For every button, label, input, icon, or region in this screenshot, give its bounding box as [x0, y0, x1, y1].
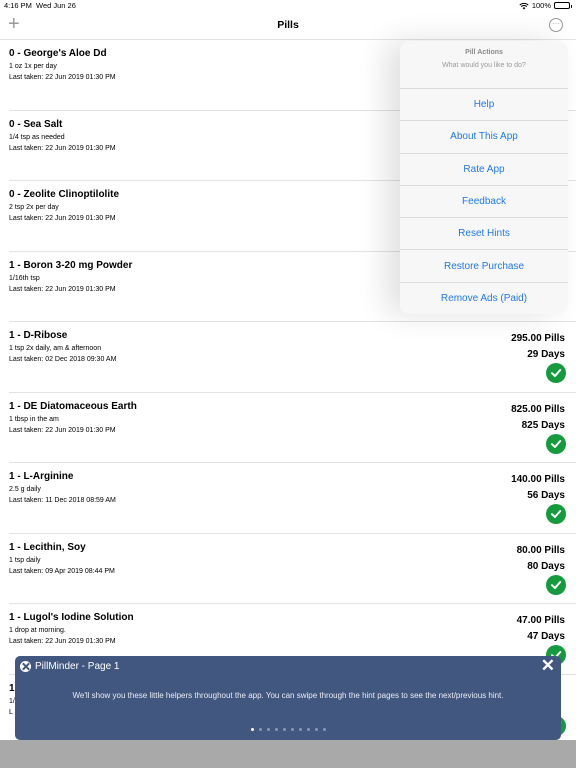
- popover-header: Pill Actions What would you like to do?: [400, 41, 568, 89]
- hint-page-dot[interactable]: [274, 728, 278, 731]
- action-feedback[interactable]: Feedback: [400, 186, 568, 219]
- taken-check-icon[interactable]: [546, 504, 566, 524]
- taken-check-icon[interactable]: [546, 574, 566, 595]
- hint-title: PillMinder - Page 1: [35, 661, 120, 672]
- pill-row[interactable]: 1 - DE Diatomaceous Earth 1 tbsp in the a…: [9, 393, 576, 463]
- pill-name: 1 - DE Diatomaceous Earth: [9, 400, 137, 412]
- hint-page-dot[interactable]: [322, 728, 326, 731]
- status-time: 4:16 PM: [4, 1, 32, 10]
- pill-name: 0 - Zeolite Clinoptilolite: [9, 189, 119, 200]
- pill-last-taken: Last taken: 09 Apr 2019 08:44 PM: [9, 567, 115, 575]
- pill-last-taken: Last taken: 11 Dec 2018 08:59 AM: [9, 497, 116, 504]
- pill-last-taken: Last taken: 22 Jun 2019 01:30 PM: [9, 144, 116, 152]
- pill-dose: 1/: [9, 697, 15, 705]
- action-about-this-app[interactable]: About This App: [400, 121, 568, 154]
- pill-count: 47.00 Pills: [516, 615, 565, 626]
- pill-actions-popover: Pill Actions What would you like to do? …: [400, 41, 568, 314]
- popover-actions: Help About This App Rate App Feedback Reset …: [400, 89, 568, 314]
- hint-page-dot[interactable]: [314, 728, 318, 731]
- pill-dose: 1 tsp daily: [9, 556, 41, 564]
- pill-dose: 1 oz 1x per day: [9, 63, 57, 70]
- action-restore-purchase[interactable]: Restore Purchase: [400, 250, 568, 283]
- pill-days: 29 Days: [527, 349, 565, 360]
- pill-last-taken: Last taken: 22 Jun 2019 01:30 PM: [9, 285, 116, 293]
- pill-name: 1 - D-Ribose: [9, 330, 68, 341]
- pill-name: 0 - George's Aloe Dd: [9, 48, 107, 59]
- status-date: Wed Jun 26: [36, 1, 76, 10]
- hint-page-dot[interactable]: [282, 728, 286, 731]
- pill-days: 47 Days: [527, 631, 565, 642]
- pill-dose: 2 tsp 2x per day: [9, 204, 59, 211]
- pill-dose: 1 tsp 2x daily, am & afternoon: [9, 345, 102, 352]
- pill-name: 1 - Lugol's Iodine Solution: [9, 612, 134, 623]
- wifi-icon: [519, 2, 529, 9]
- pill-days: 825 Days: [521, 419, 565, 431]
- pill-dose: 1 tbsp in the am: [9, 415, 59, 423]
- pill-count: 825.00 Pills: [511, 403, 565, 415]
- pill-dose: 1/16th tsp: [9, 274, 40, 282]
- hint-page-dot[interactable]: [306, 728, 310, 731]
- hint-page-dot[interactable]: [258, 728, 262, 731]
- pill-days: 56 Days: [527, 490, 565, 501]
- battery-icon: [554, 2, 572, 9]
- popover-subtitle: What would you like to do?: [442, 62, 526, 69]
- hint-page-dot[interactable]: [250, 728, 254, 731]
- pill-count: 80.00 Pills: [516, 544, 565, 556]
- pill-last-taken: Last taken: 22 Jun 2019 01:30 PM: [9, 74, 116, 81]
- pill-last-taken: Last taken: 02 Dec 2018 09:30 AM: [9, 356, 117, 363]
- pill-days: 80 Days: [527, 560, 565, 572]
- battery-percent: 100%: [531, 1, 551, 10]
- action-help[interactable]: Help: [400, 89, 568, 122]
- hint-close-button[interactable]: ✕: [541, 657, 555, 675]
- pill-dose: 1 drop at morning.: [9, 627, 66, 634]
- hint-close-circle-icon[interactable]: [20, 661, 31, 672]
- status-bar: 4:16 PM Wed Jun 26 100%: [0, 0, 576, 12]
- pill-row[interactable]: 1 - Lecithin, Soy 1 tsp daily Last taken: …: [9, 534, 576, 604]
- pill-row[interactable]: 1 - D-Ribose 1 tsp 2x daily, am & afterno…: [9, 322, 576, 393]
- bottom-bar: [0, 740, 576, 768]
- pill-dose: 1/4 tsp as needed: [9, 133, 65, 141]
- pill-last-taken: Last taken: 22 Jun 2019 01:30 PM: [9, 426, 116, 434]
- status-right: 100%: [519, 1, 572, 10]
- pill-last-taken: Last taken: 22 Jun 2019 01:30 PM: [9, 638, 116, 645]
- pill-last-taken: Last taken: 22 Jun 2019 01:30 PM: [9, 215, 116, 222]
- page-title: Pills: [277, 19, 299, 31]
- popover-title: Pill Actions: [465, 49, 503, 56]
- pill-last-taken: L: [9, 708, 13, 716]
- taken-check-icon[interactable]: [546, 363, 566, 383]
- pill-dose: 2.5 g daily: [9, 486, 41, 493]
- more-options-icon[interactable]: ···: [549, 18, 563, 32]
- nav-bar: + Pills ···: [0, 12, 576, 40]
- pill-name: 1 - Boron 3-20 mg Powder: [9, 259, 133, 271]
- hint-page-dot[interactable]: [266, 728, 270, 731]
- pill-name: 1 - L-Arginine: [9, 471, 74, 482]
- taken-check-icon[interactable]: [546, 433, 566, 454]
- pill-count: 140.00 Pills: [511, 474, 565, 485]
- pill-count: 295.00 Pills: [511, 333, 565, 344]
- pill-row[interactable]: 1 - L-Arginine 2.5 g daily Last taken: 11 …: [9, 463, 576, 534]
- pill-name: 1: [9, 682, 15, 694]
- hint-body: We'll show you these little helpers thro…: [72, 691, 504, 700]
- hint-page-indicator[interactable]: [15, 728, 561, 731]
- action-reset-hints[interactable]: Reset Hints: [400, 218, 568, 251]
- hint-page-dot[interactable]: [290, 728, 294, 731]
- hint-banner: PillMinder - Page 1 ✕ We'll show you the…: [15, 656, 561, 740]
- pill-name: 0 - Sea Salt: [9, 118, 63, 130]
- action-rate-app[interactable]: Rate App: [400, 154, 568, 186]
- action-remove-ads-paid[interactable]: Remove Ads (Paid): [400, 283, 568, 314]
- hint-page-dot[interactable]: [298, 728, 302, 731]
- pill-name: 1 - Lecithin, Soy: [9, 541, 86, 553]
